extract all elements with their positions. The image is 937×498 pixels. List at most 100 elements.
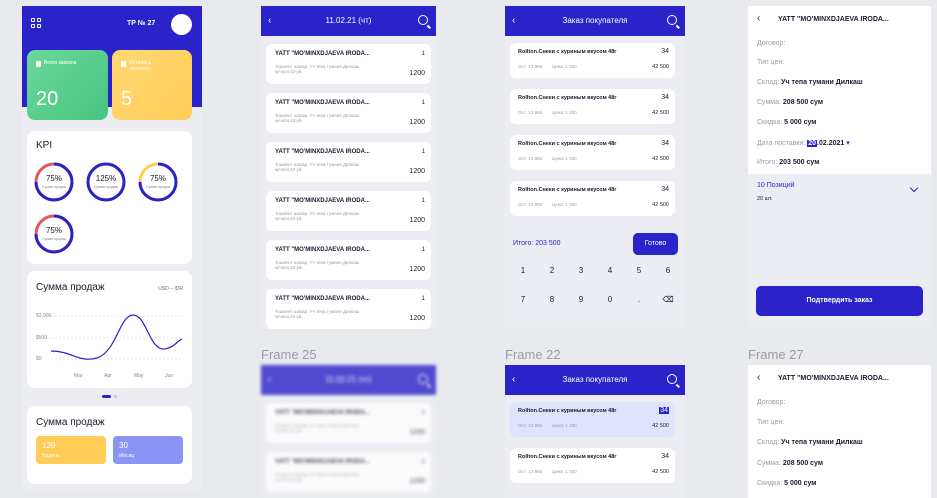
warehouse-field[interactable]: Склад: Уч тепа тумани Дилкаш (757, 439, 863, 446)
product-name: Rollton.Снеки с куриным вкусом 48г (518, 95, 617, 101)
client-title: YATT "MO'MINXDJAEVA IRODA... (778, 16, 889, 23)
product-list-item[interactable]: Rollton.Снеки с куриным вкусом 48г 34 Ост:… (510, 402, 675, 437)
keypad-key[interactable]: 8 (539, 289, 565, 311)
product-list-item[interactable]: Rollton.Снеки с куриным вкусом 48г 34 Ост:… (510, 43, 675, 78)
client-amount: 1200 (409, 266, 425, 273)
product-stock: Ост: 13 865 (518, 64, 543, 69)
gauge-value: 75% (45, 226, 62, 235)
client-list-item[interactable]: YATT "MO'MINXDJAEVA IRODA... 1 Тошкент шах… (266, 452, 431, 492)
keypad-key[interactable]: 2 (539, 260, 565, 282)
keypad-key[interactable]: 1 (510, 260, 536, 282)
total-orders-tile[interactable]: Всего заказов 20 (27, 50, 108, 120)
search-icon[interactable] (667, 15, 677, 25)
client-list-item[interactable]: YATT "MO'MINXDJAEVA IRODA... 1 Тошкент шах… (266, 142, 431, 182)
product-price: Цена: 1 250 (552, 110, 577, 115)
client-address: Тошкент шахар, Уч тепа тумани Дилкаш куч… (275, 423, 360, 433)
month-sales-box[interactable]: 30 Месяц (113, 436, 183, 464)
top-bar: ‹ Заказ покупателя (505, 365, 685, 395)
product-name: Rollton.Снеки с куриным вкусом 48г (518, 187, 617, 193)
client-address: Тошкент шахар, Уч тепа тумани Дилкаш куч… (275, 472, 360, 482)
client-list-item[interactable]: YATT "MO'MINXDJAEVA IRODA... 1 Тошкент шах… (266, 403, 431, 443)
done-button[interactable]: Готово (633, 233, 678, 255)
keypad-key[interactable]: 7 (510, 289, 536, 311)
search-icon[interactable] (418, 374, 428, 384)
client-name: YATT "MO'MINXDJAEVA IRODA... (275, 198, 370, 204)
warehouse-field[interactable]: Склад: Уч тепа тумани Дилкаш (757, 79, 863, 86)
y-tick: $0 (36, 356, 42, 362)
product-qty[interactable]: 34 (661, 48, 669, 55)
client-qty: 1 (421, 247, 425, 253)
week-sales-box[interactable]: 120 Неделя (36, 436, 106, 464)
product-amount: 42 500 (652, 423, 669, 429)
route-title: TP № 27 (127, 20, 156, 27)
client-name: YATT "MO'MINXDJAEVA IRODA... (275, 51, 370, 57)
product-price: Цена: 1 250 (552, 202, 577, 207)
keypad-key[interactable]: 0 (597, 289, 623, 311)
keypad-key[interactable]: 6 (655, 260, 681, 282)
kpi-gauge[interactable]: 125% Сумма продаж (85, 161, 127, 203)
frame-label: Frame 27 (748, 347, 804, 362)
product-amount: 42 500 (652, 469, 669, 475)
product-stock: Ост: 13 865 (518, 110, 543, 115)
month-sales-label: Месяц (119, 453, 135, 459)
back-icon[interactable]: ‹ (757, 13, 760, 24)
product-list-item[interactable]: Rollton.Снеки с куриным вкусом 48г 34 Ост:… (510, 448, 675, 483)
client-amount: 1200 (409, 478, 425, 485)
product-qty[interactable]: 34 (661, 186, 669, 193)
grid-menu-icon[interactable] (31, 18, 42, 29)
product-qty[interactable]: 34 (659, 407, 669, 414)
sales-line-chart (50, 314, 183, 360)
remaining-visits-tile[interactable]: Осталось посетить 5 (112, 50, 192, 120)
search-icon[interactable] (418, 15, 428, 25)
kpi-gauge[interactable]: 75% Сумма продаж (33, 213, 75, 255)
price-type-field[interactable]: Тип цен: (757, 59, 784, 66)
product-name: Rollton.Снеки с куриным вкусом 48г (518, 49, 617, 55)
chevron-down-icon[interactable] (909, 183, 919, 193)
tile-value: 20 (36, 88, 59, 110)
kpi-gauge[interactable]: 75% Сумма продаж (137, 161, 179, 203)
gauge-value: 75% (45, 174, 62, 183)
keypad-key[interactable]: 4 (597, 260, 623, 282)
x-tick: May (134, 373, 144, 379)
client-name: YATT "MO'MINXDJAEVA IRODA... (275, 459, 370, 465)
keypad-key[interactable]: 9 (568, 289, 594, 311)
product-qty[interactable]: 34 (661, 453, 669, 460)
details-card (748, 6, 931, 174)
route-list-frame: ‹ 11.02.21 (чт) YATT "MO'MINXDJAEVA IROD… (261, 6, 436, 329)
positions-summary[interactable]: 10 Позиций 20 шт. (748, 176, 931, 206)
keypad-key[interactable]: 5 (626, 260, 652, 282)
keypad-key[interactable]: ⌫ (655, 289, 681, 311)
product-amount: 42 500 (652, 64, 669, 70)
client-list-item[interactable]: YATT "MO'MINXDJAEVA IRODA... 1 Тошкент шах… (266, 240, 431, 280)
product-list-item[interactable]: Rollton.Снеки с куриным вкусом 48г 34 Ост:… (510, 135, 675, 170)
top-bar: ‹ Заказ покупателя (505, 6, 685, 36)
price-type-field[interactable]: Тип цен: (757, 419, 784, 426)
client-list-item[interactable]: YATT "MO'MINXDJAEVA IRODA... 1 Тошкент шах… (266, 93, 431, 133)
client-list-item[interactable]: YATT "MO'MINXDJAEVA IRODA... 1 Тошкент шах… (266, 191, 431, 231)
month-sales-value: 30 (119, 441, 128, 450)
keypad-key[interactable]: . (626, 289, 652, 311)
back-icon[interactable]: ‹ (757, 372, 760, 383)
client-amount: 1200 (409, 217, 425, 224)
contract-field[interactable]: Договор: (757, 399, 785, 406)
client-list-item[interactable]: YATT "MO'MINXDJAEVA IRODA... 1 Тошкент шах… (266, 44, 431, 84)
product-qty[interactable]: 34 (661, 140, 669, 147)
keypad-key[interactable]: 3 (568, 260, 594, 282)
client-amount: 1200 (409, 70, 425, 77)
client-amount: 1200 (409, 315, 425, 322)
sales-summary-card: Сумма продаж 120 Неделя 30 Месяц (27, 406, 192, 484)
confirm-order-button[interactable]: Подтвердить заказ (756, 286, 923, 316)
client-address: Тошкент шахар, Уч тепа тумани Дилкаш куч… (275, 113, 360, 123)
delivery-date-field[interactable]: Дата поставки: 20.02.2021 ▾ (757, 139, 850, 147)
search-icon[interactable] (667, 374, 677, 384)
client-qty: 1 (421, 100, 425, 106)
avatar[interactable] (171, 14, 192, 35)
contract-field[interactable]: Договор: (757, 40, 785, 47)
product-qty[interactable]: 34 (661, 94, 669, 101)
product-list-item[interactable]: Rollton.Снеки с куриным вкусом 48г 34 Ост:… (510, 181, 675, 216)
kpi-gauge[interactable]: 75% Сумма продаж (33, 161, 75, 203)
product-list-item[interactable]: Rollton.Снеки с куриным вкусом 48г 34 Ост:… (510, 89, 675, 124)
page-title: 11.02.21 (чт) (325, 16, 372, 25)
tile-label: Осталось посетить (129, 60, 152, 72)
client-list-item[interactable]: YATT "MO'MINXDJAEVA IRODA... 1 Тошкент шах… (266, 289, 431, 329)
